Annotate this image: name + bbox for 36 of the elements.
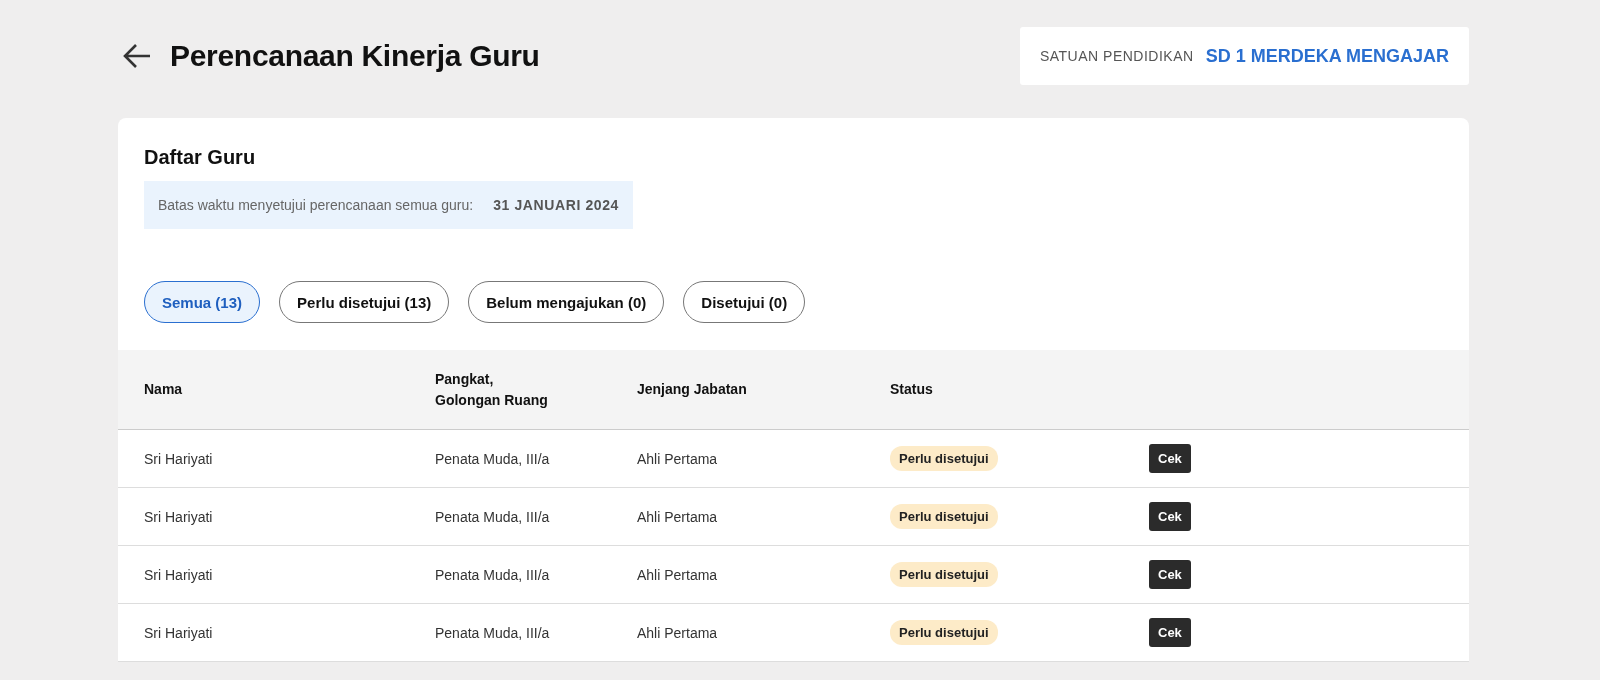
school-name: SD 1 MERDEKA MENGAJAR	[1205, 45, 1449, 67]
table-cell: Ahli Pertama	[637, 487, 890, 546]
table-cell: Sri Hariyati	[118, 487, 435, 546]
table-cell: Sri Hariyati	[118, 429, 435, 488]
check-button[interactable]: Cek	[1149, 502, 1191, 531]
page-title: Perencanaan Kinerja Guru	[170, 39, 540, 73]
table-cell: Penata Muda, III/a	[435, 429, 637, 488]
column-header: Status	[890, 350, 1149, 430]
section-title: Daftar Guru	[144, 146, 257, 169]
column-header: Pangkat, Golongan Ruang	[435, 350, 637, 430]
table-cell: Ahli Pertama	[637, 603, 890, 662]
back-arrow-icon	[122, 43, 152, 69]
status-badge: Perlu disetujui	[890, 446, 998, 471]
check-button[interactable]: Cek	[1149, 618, 1191, 647]
column-header: Jenjang Jabatan	[637, 350, 890, 430]
filter-chip[interactable]: Disetujui (0)	[683, 281, 806, 323]
table-cell: Sri Hariyati	[118, 545, 435, 604]
status-badge: Perlu disetujui	[890, 620, 998, 645]
filter-chip[interactable]: Belum mengajukan (0)	[468, 281, 665, 323]
filter-chip[interactable]: Perlu disetujui (13)	[279, 281, 450, 323]
table-cell: Penata Muda, III/a	[435, 545, 637, 604]
deadline-date: 31 JANUARI 2024	[493, 197, 619, 213]
school-label: SATUAN PENDIDIKAN	[1039, 48, 1194, 64]
table-cell: Penata Muda, III/a	[435, 487, 637, 546]
table-cell: Ahli Pertama	[637, 429, 890, 488]
status-badge: Perlu disetujui	[890, 562, 998, 587]
table-cell: Ahli Pertama	[637, 545, 890, 604]
check-button[interactable]: Cek	[1149, 444, 1191, 473]
table-cell: Sri Hariyati	[118, 603, 435, 662]
deadline-label: Batas waktu menyetujui perencanaan semua guru:	[158, 197, 474, 213]
column-header: Nama	[118, 350, 435, 430]
check-button[interactable]: Cek	[1149, 560, 1191, 589]
table-cell: Penata Muda, III/a	[435, 603, 637, 662]
filter-chip[interactable]: Semua (13)	[144, 281, 261, 323]
back-button[interactable]	[122, 43, 152, 69]
status-badge: Perlu disetujui	[890, 504, 998, 529]
